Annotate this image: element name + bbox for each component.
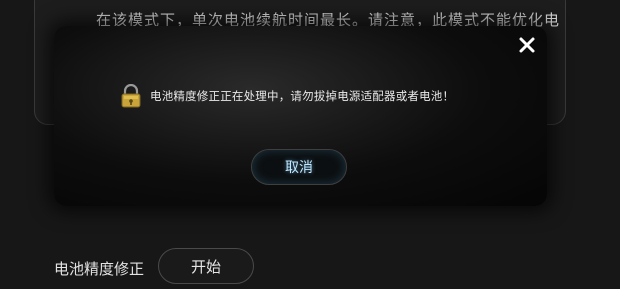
- lock-warning-icon: [120, 83, 142, 108]
- battery-calibration-label: 电池精度修正: [54, 260, 145, 278]
- dialog-message-row: 电池精度修正正在处理中，请勿拔掉电源适配器或者电池！: [120, 83, 455, 108]
- start-button-label: 开始: [190, 257, 221, 276]
- calibration-dialog: 电池精度修正正在处理中，请勿拔掉电源适配器或者电池！ 取消: [54, 26, 547, 206]
- close-icon[interactable]: [517, 35, 537, 55]
- start-calibration-button[interactable]: 开始: [158, 248, 254, 284]
- cancel-button[interactable]: 取消: [251, 149, 347, 185]
- cancel-button-label: 取消: [285, 160, 313, 176]
- dialog-message: 电池精度修正正在处理中，请勿拔掉电源适配器或者电池！: [150, 89, 455, 103]
